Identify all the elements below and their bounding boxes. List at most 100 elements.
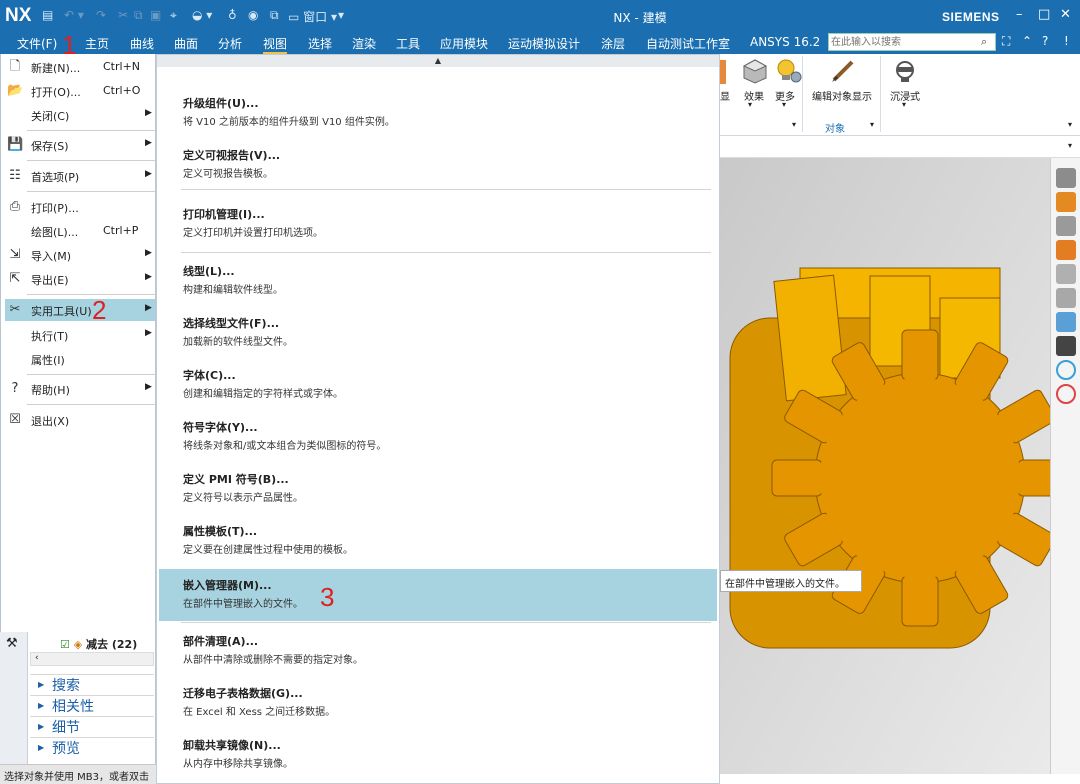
submenu-item-upgrade-components[interactable]: 升级组件(U)... 将 V10 之前版本的组件升级到 V10 组件实例。 <box>159 87 717 139</box>
submenu-item-visual-report[interactable]: 定义可视报告(V)... 定义可视报告模板。 <box>159 139 717 191</box>
file-menu-utilities[interactable]: ✂ 实用工具(U) ▶ <box>5 299 155 321</box>
help-icon[interactable]: ? <box>1042 34 1048 48</box>
selection-bar-dropdown-icon[interactable]: ▾ <box>1068 141 1072 150</box>
reuse-library-icon[interactable] <box>1056 240 1076 260</box>
effects-dropdown-icon[interactable]: ▾ <box>748 100 752 109</box>
file-menu-export[interactable]: ⇱ 导出(E) ▶ <box>5 268 155 290</box>
file-menu-preferences[interactable]: ☷ 首选项(P) ▶ <box>5 165 155 187</box>
file-menu-new[interactable]: 🗋 新建(N)... Ctrl+N <box>5 56 155 78</box>
effects-icon[interactable] <box>742 58 768 84</box>
submenu-item-attribute-templates[interactable]: 属性模板(T)... 定义要在创建属性过程中使用的模板。 <box>159 515 717 567</box>
checkbox-icon[interactable]: ☑ <box>60 638 70 651</box>
submenu-item-unload-shared-image[interactable]: 卸载共享镜像(N)... 从内存中移除共享镜像。 <box>159 729 717 781</box>
save-quick-icon[interactable]: ▤ <box>42 8 53 22</box>
section-search[interactable]: ▶ 搜索 <box>30 674 154 694</box>
search-icon[interactable]: ⌕ <box>981 35 987 49</box>
horizontal-scrollbar[interactable]: ‹ <box>30 652 154 666</box>
command-search[interactable]: ⌕ <box>828 33 996 51</box>
submenu-item-symbol-font[interactable]: 符号字体(Y)... 将线条对象和/或文本组合为类似图标的符号。 <box>159 411 717 463</box>
maximize-button[interactable]: □ <box>1038 7 1050 22</box>
submenu-item-embed-manager[interactable]: 嵌入管理器(M)... 在部件中管理嵌入的文件。 <box>159 569 717 621</box>
notification-icon[interactable]: ! <box>1064 34 1069 48</box>
immersive-icon[interactable] <box>892 58 918 84</box>
search-input[interactable] <box>829 34 979 50</box>
menu-render[interactable]: 渲染 <box>352 35 376 52</box>
graphics-window[interactable] <box>720 158 1050 774</box>
menu-motion-simulation[interactable]: 运动模拟设计 <box>508 35 580 52</box>
collapse-ribbon-icon[interactable]: ⌃ <box>1022 34 1032 48</box>
history-icon[interactable] <box>1056 360 1076 380</box>
effects-button[interactable]: 效果 <box>744 88 764 103</box>
menu-applications[interactable]: 应用模块 <box>440 35 488 52</box>
submenu-item-migrate-spreadsheet[interactable]: 迁移电子表格数据(G)... 在 Excel 和 Xess 之间迁移数据。 <box>159 677 717 729</box>
full-screen-icon[interactable]: ⛶ <box>1002 34 1010 49</box>
partial-ribbon-icon[interactable] <box>720 60 726 84</box>
view-icon[interactable]: ◉ <box>248 8 258 22</box>
web-browser-icon[interactable] <box>1056 312 1076 332</box>
immersive-dropdown-icon[interactable]: ▾ <box>902 100 906 109</box>
more-dropdown-icon[interactable]: ▾ <box>782 100 786 109</box>
section-preview[interactable]: ▶ 预览 <box>30 737 154 757</box>
assembly-navigator-icon[interactable] <box>1056 168 1076 188</box>
window-menu-icon[interactable]: ▭ 窗口 ▾ <box>288 8 337 25</box>
roles-icon[interactable] <box>1056 384 1076 404</box>
menu-home[interactable]: 主页 <box>85 35 109 52</box>
redo-icon[interactable]: ↷ <box>96 8 106 22</box>
more-icon[interactable] <box>776 58 802 84</box>
section-details[interactable]: ▶ 细节 <box>30 716 154 736</box>
cut-icon[interactable]: ✂ <box>118 8 128 22</box>
menu-view[interactable]: 视图 <box>263 35 288 54</box>
group-dropdown-icon[interactable]: ▾ <box>792 120 796 129</box>
menu-analysis[interactable]: 分析 <box>218 35 242 52</box>
file-menu-properties[interactable]: 属性(I) <box>5 348 155 370</box>
subtract-icon: ◈ <box>73 638 83 651</box>
tools-icon[interactable]: ⚒ <box>6 636 18 651</box>
section-dependencies[interactable]: ▶ 相关性 <box>30 695 154 715</box>
submenu-item-line-font[interactable]: 线型(L)... 构建和编辑软件线型。 <box>159 255 717 307</box>
gear-model[interactable] <box>720 158 1050 774</box>
file-menu-save[interactable]: 💾 保存(S) ▶ <box>5 134 155 156</box>
scroll-up-icon[interactable]: ▲ <box>157 55 719 67</box>
file-menu-close[interactable]: 关闭(C) ▶ <box>5 104 155 126</box>
menu-tools[interactable]: 工具 <box>396 35 420 52</box>
file-menu-help[interactable]: ? 帮助(H) ▶ <box>5 378 155 400</box>
file-menu-print[interactable]: ⎙ 打印(P)... <box>5 196 155 218</box>
file-menu-exit[interactable]: ☒ 退出(X) <box>5 409 155 431</box>
menu-curve[interactable]: 曲线 <box>130 35 154 52</box>
undo-icon[interactable]: ↶ ▾ <box>64 8 84 22</box>
menu-file[interactable]: 文件(F) <box>17 35 57 52</box>
tree-item-subtract[interactable]: ☑ ◈ 减去 (22) <box>60 636 137 652</box>
menu-coating[interactable]: 涂层 <box>601 35 625 52</box>
menu-auto-test[interactable]: 自动测试工作室 <box>646 35 730 52</box>
menu-surface[interactable]: 曲面 <box>174 35 198 52</box>
submenu-item-fonts[interactable]: 字体(C)... 创建和编辑指定的字符样式或字体。 <box>159 359 717 411</box>
file-menu-execute[interactable]: 执行(T) ▶ <box>5 324 155 346</box>
hd3d-icon[interactable] <box>1056 288 1076 308</box>
submenu-item-select-line-font-file[interactable]: 选择线型文件(F)... 加载新的软件线型文件。 <box>159 307 717 359</box>
customize-quick-access-icon[interactable]: ▾ <box>338 8 344 22</box>
file-menu-import[interactable]: ⇲ 导入(M) ▶ <box>5 244 155 266</box>
menu-ansys[interactable]: ANSYS 16.2 <box>750 35 820 49</box>
microphone-icon[interactable]: ♁ <box>228 8 237 22</box>
constraint-navigator-icon[interactable] <box>1056 192 1076 212</box>
part-navigator-icon[interactable] <box>1056 216 1076 236</box>
copy-icon[interactable]: ⧉ <box>134 8 143 23</box>
ribbon-options-icon[interactable]: ▾ <box>1068 120 1072 129</box>
hat-icon[interactable]: ◒ ▾ <box>192 8 212 22</box>
submenu-item-pmi-symbol[interactable]: 定义 PMI 符号(B)... 定义符号以表示产品属性。 <box>159 463 717 515</box>
file-menu-plot[interactable]: 绘图(L)... Ctrl+P <box>5 220 155 242</box>
paste-icon[interactable]: ▣ <box>150 8 161 22</box>
file-menu-open[interactable]: 📂 打开(O)... Ctrl+O <box>5 80 155 102</box>
fx-icon[interactable] <box>1056 336 1076 356</box>
edit-object-display-button[interactable]: 编辑对象显示 <box>812 88 872 103</box>
touch-mode-icon[interactable]: ⌖ <box>170 8 177 23</box>
menu-select[interactable]: 选择 <box>308 35 332 52</box>
close-button[interactable]: ✕ <box>1060 7 1071 22</box>
group-dropdown-icon[interactable]: ▾ <box>870 120 874 129</box>
layers-icon[interactable] <box>1056 264 1076 284</box>
copy-window-icon[interactable]: ⧉ <box>270 8 279 23</box>
submenu-item-part-cleanup[interactable]: 部件清理(A)... 从部件中清除或删除不需要的指定对象。 <box>159 625 717 677</box>
submenu-item-printer-admin[interactable]: 打印机管理(I)... 定义打印机并设置打印机选项。 <box>159 198 717 250</box>
minimize-button[interactable]: – <box>1016 7 1023 22</box>
edit-display-icon[interactable] <box>830 58 856 84</box>
